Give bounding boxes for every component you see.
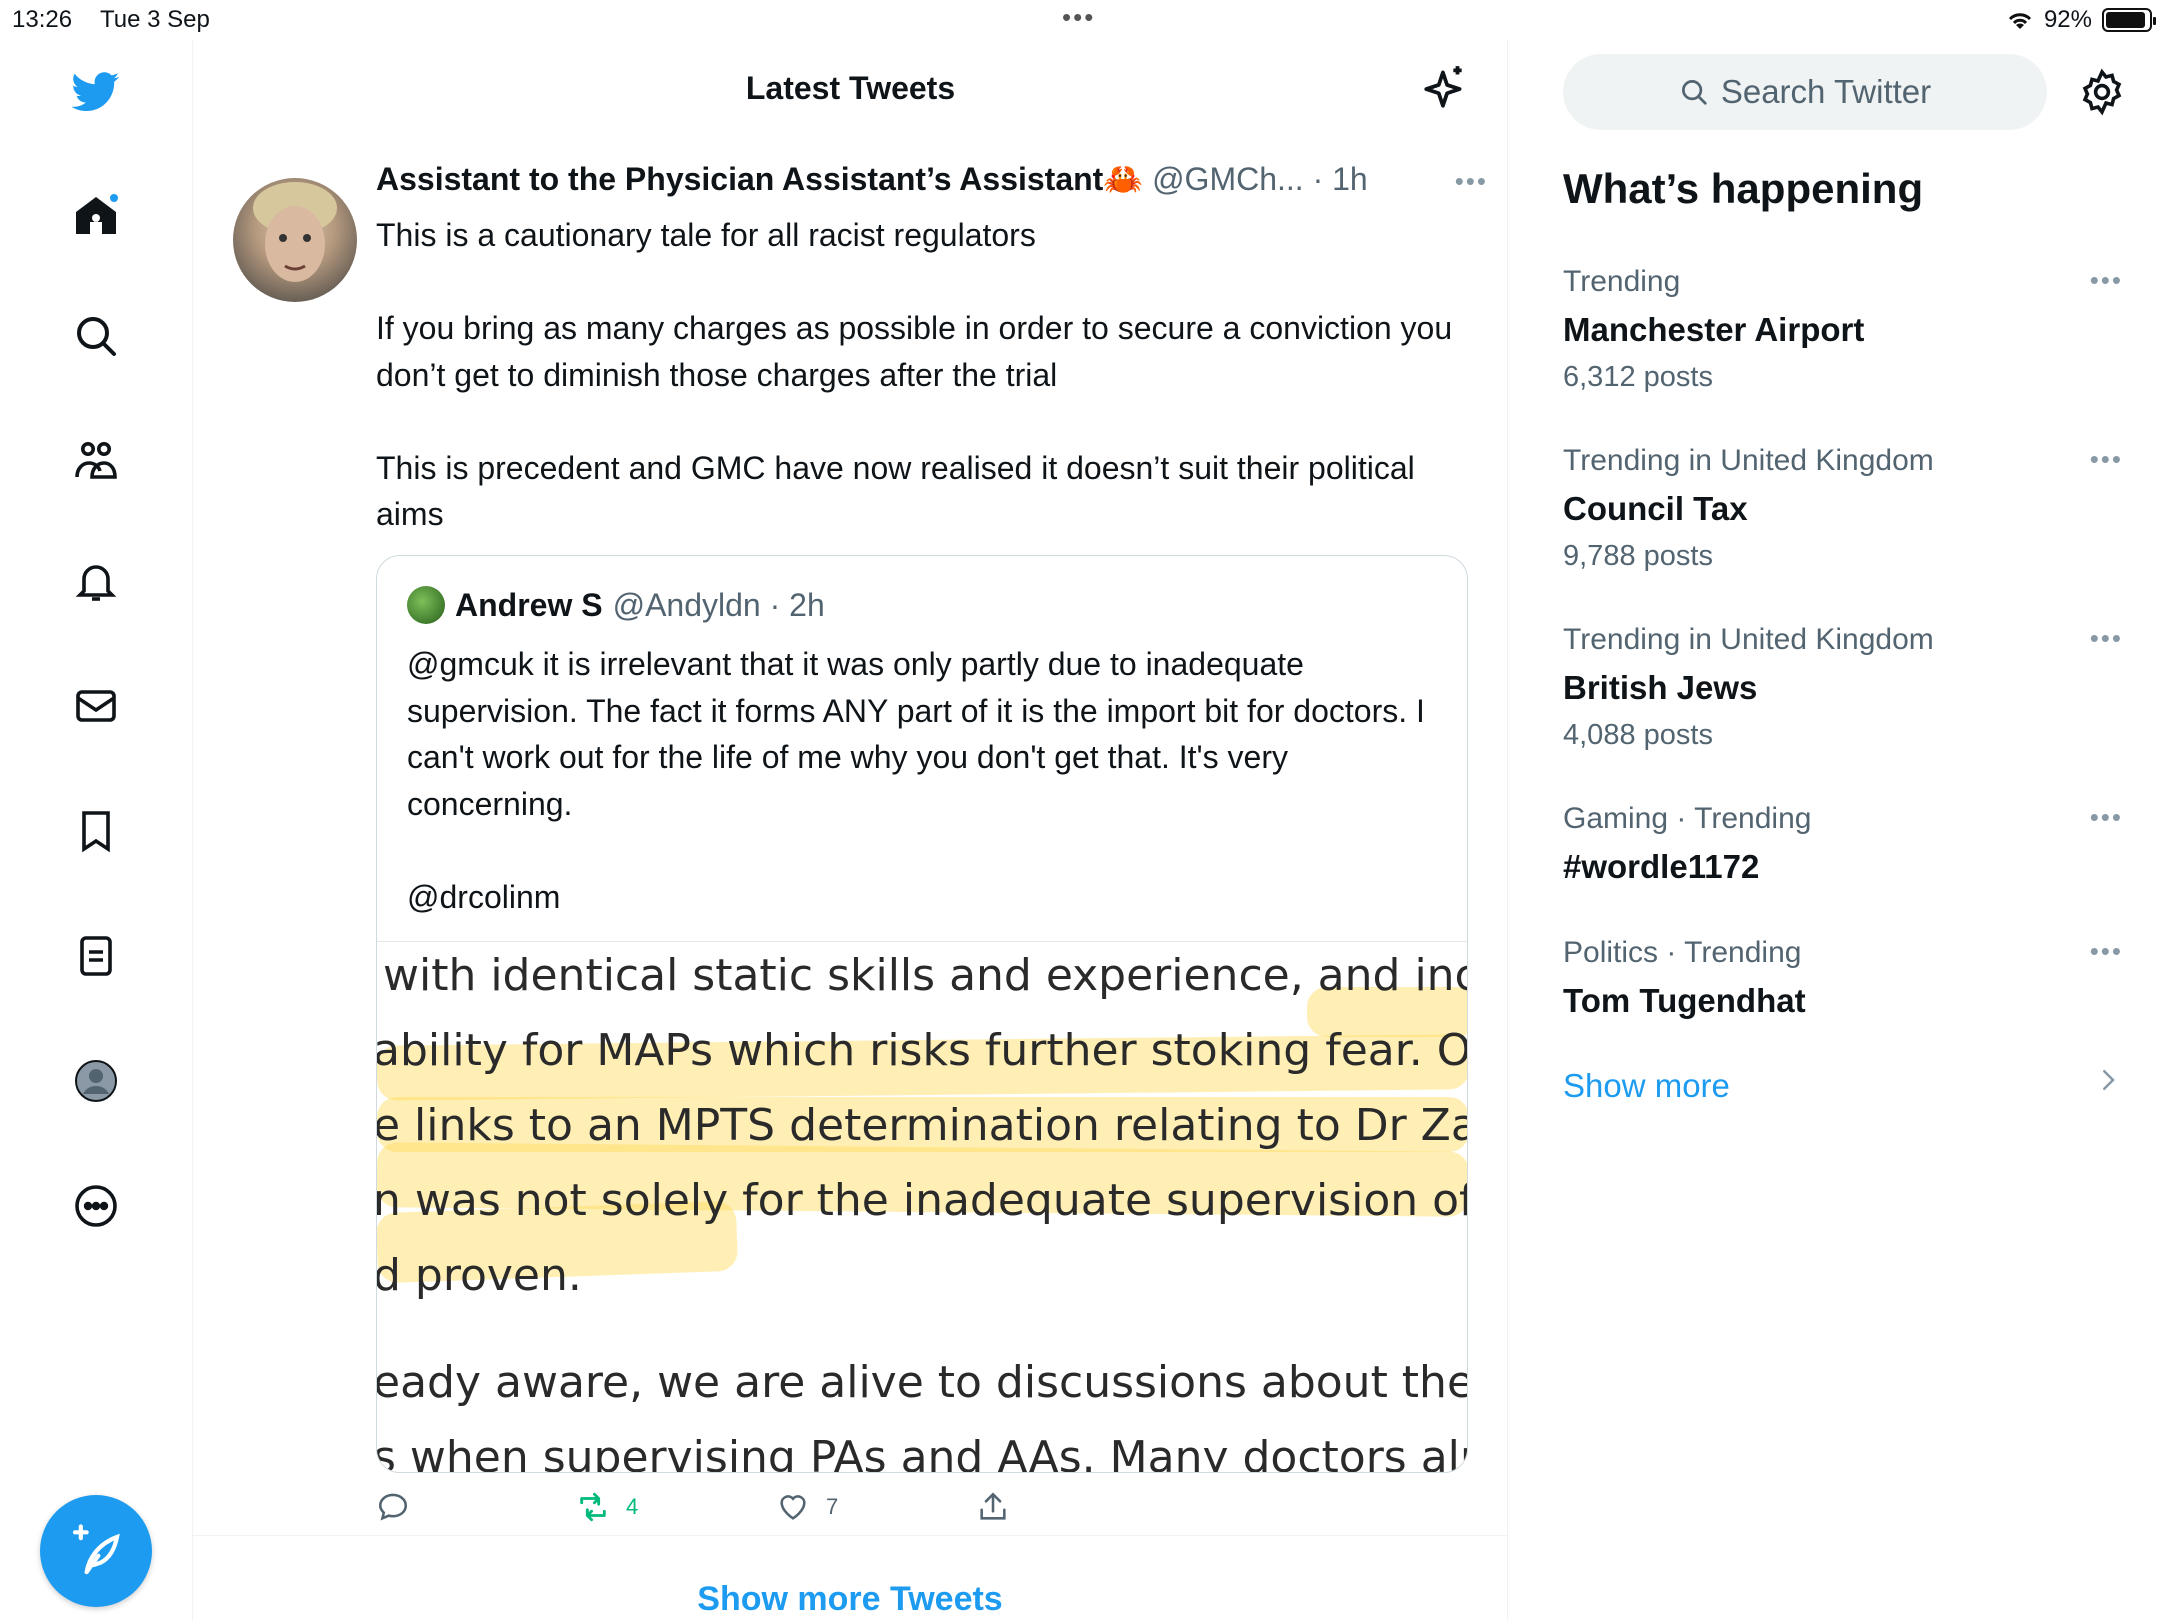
trend-meta: Gaming · Trending [1563,802,1812,835]
right-sidebar: Search Twitter What’s happening Trending… [1508,40,2160,1620]
trend-count: 9,788 posts [1563,540,1713,572]
search-input[interactable]: Search Twitter [1563,54,2047,130]
trend-name: Manchester Airport [1563,311,1865,348]
chevron-right-icon[interactable] [2093,1065,2123,1095]
gear-icon[interactable] [2078,68,2126,116]
trend-more-icon[interactable]: ••• [2090,444,2123,475]
share-icon [980,1492,1006,1520]
search-icon [1681,80,1707,105]
retweet-count: 4 [626,1494,639,1519]
trend-name: Tom Tugendhat [1563,982,1806,1019]
show-more-trends-link[interactable]: Show more [1563,1067,1730,1105]
notifications-icon[interactable] [70,555,122,607]
messages-icon[interactable] [70,680,122,732]
battery-percent: 92% [2043,6,2092,33]
timeline-header: Latest Tweets [193,40,1507,130]
retweet-button[interactable]: 4 [576,1490,638,1524]
timeline: Latest Tweets Assistant to the Physician… [193,40,1508,1620]
document-text-line: d proven. [377,1250,582,1301]
whats-happening-title: What’s happening [1563,165,1924,212]
trend-meta: Politics · Trending [1563,936,1802,969]
show-more-tweets-link[interactable]: Show more Tweets [193,1580,1507,1619]
reply-icon [378,1493,408,1521]
quoted-author-handle: @Andyldn · 2h [612,586,825,623]
twitter-logo-icon[interactable] [70,65,122,117]
trend-more-icon[interactable]: ••• [2090,936,2123,967]
tweet-actions: 4 7 [376,1490,1276,1540]
compose-tweet-button[interactable] [40,1495,152,1607]
like-button[interactable]: 7 [776,1490,838,1524]
share-button[interactable] [976,1490,1010,1524]
status-bar: 13:26 Tue 3 Sep ••• 92% [0,0,2160,40]
document-text-line: s when supervising PAs and AAs. Many doc… [377,1432,1468,1473]
quoted-tweet[interactable]: Andrew S @Andyldn · 2h @gmcuk it is irre… [376,555,1468,1473]
quoted-tweet-image[interactable]: with identical static skills and experie… [377,941,1468,1473]
search-placeholder: Search Twitter [1720,73,1932,110]
avatar[interactable] [233,178,357,302]
trend-name: #wordle1172 [1563,848,1760,885]
document-text-line: eady aware, we are alive to discussions … [377,1357,1468,1408]
avatar [407,586,445,624]
quoted-tweet-header: Andrew S @Andyldn · 2h [407,586,825,624]
trend-item[interactable]: Trending in United Kingdom Council Tax 9… [1563,444,2123,573]
heart-icon [780,1495,806,1520]
trend-more-icon[interactable]: ••• [2090,802,2123,833]
multitasking-dots-icon[interactable]: ••• [1062,2,1095,33]
trend-more-icon[interactable]: ••• [2090,265,2123,296]
quoted-author-name: Andrew S [455,586,603,623]
trend-item[interactable]: Trending Manchester Airport 6,312 posts … [1563,265,2123,394]
reply-button[interactable] [376,1490,410,1524]
quoted-tweet-text: @gmcuk it is irrelevant that it was only… [407,646,1425,915]
trend-item[interactable]: Trending in United Kingdom British Jews … [1563,623,2123,752]
retweet-icon [580,1492,606,1522]
new-tweets-dot [108,192,120,204]
tweet-more-icon[interactable]: ••• [1455,166,1488,197]
trend-name: Council Tax [1563,490,1748,527]
left-nav [0,40,193,1620]
document-text-line: e links to an MPTS determination relatin… [377,1100,1468,1151]
document-text-line: with identical static skills and experie… [383,950,1468,1001]
battery-icon [2102,8,2156,32]
tweet-author-name[interactable]: Assistant to the Physician Assistant’s A… [376,161,1143,197]
trend-more-icon[interactable]: ••• [2090,623,2123,654]
trend-item[interactable]: Politics · Trending Tom Tugendhat ••• [1563,936,2123,1020]
trend-count: 6,312 posts [1563,361,1713,393]
trend-count: 4,088 posts [1563,719,1713,751]
tweet-header: Assistant to the Physician Assistant’s A… [376,160,1456,200]
page-title: Latest Tweets [745,70,956,106]
status-time: 13:26 [12,6,73,33]
search-icon[interactable] [70,310,122,362]
compose-tweet-icon [72,1524,120,1575]
trend-meta: Trending in United Kingdom [1563,444,1934,477]
home-icon[interactable] [70,190,122,242]
communities-icon[interactable] [70,435,122,487]
trend-item[interactable]: Gaming · Trending #wordle1172 ••• [1563,802,2123,886]
trend-meta: Trending [1563,265,1681,298]
sparkle-icon[interactable] [1420,62,1470,112]
more-icon[interactable] [70,1180,122,1232]
bookmarks-icon[interactable] [70,805,122,857]
document-text-line: ability for MAPs which risks further sto… [377,1025,1468,1076]
lists-icon[interactable] [70,930,122,982]
tweet-author-handle[interactable]: @GMCh... · 1h [1152,161,1368,197]
status-date: Tue 3 Sep [100,6,210,33]
divider [193,1535,1507,1536]
profile-icon[interactable] [70,1055,122,1107]
trend-meta: Trending in United Kingdom [1563,623,1934,656]
like-count: 7 [826,1494,839,1519]
wifi-icon [2008,13,2032,29]
trend-name: British Jews [1563,669,1758,706]
document-text-line: n was not solely for the inadequate supe… [377,1175,1468,1226]
tweet-text: This is a cautionary tale for all racist… [376,217,1453,532]
